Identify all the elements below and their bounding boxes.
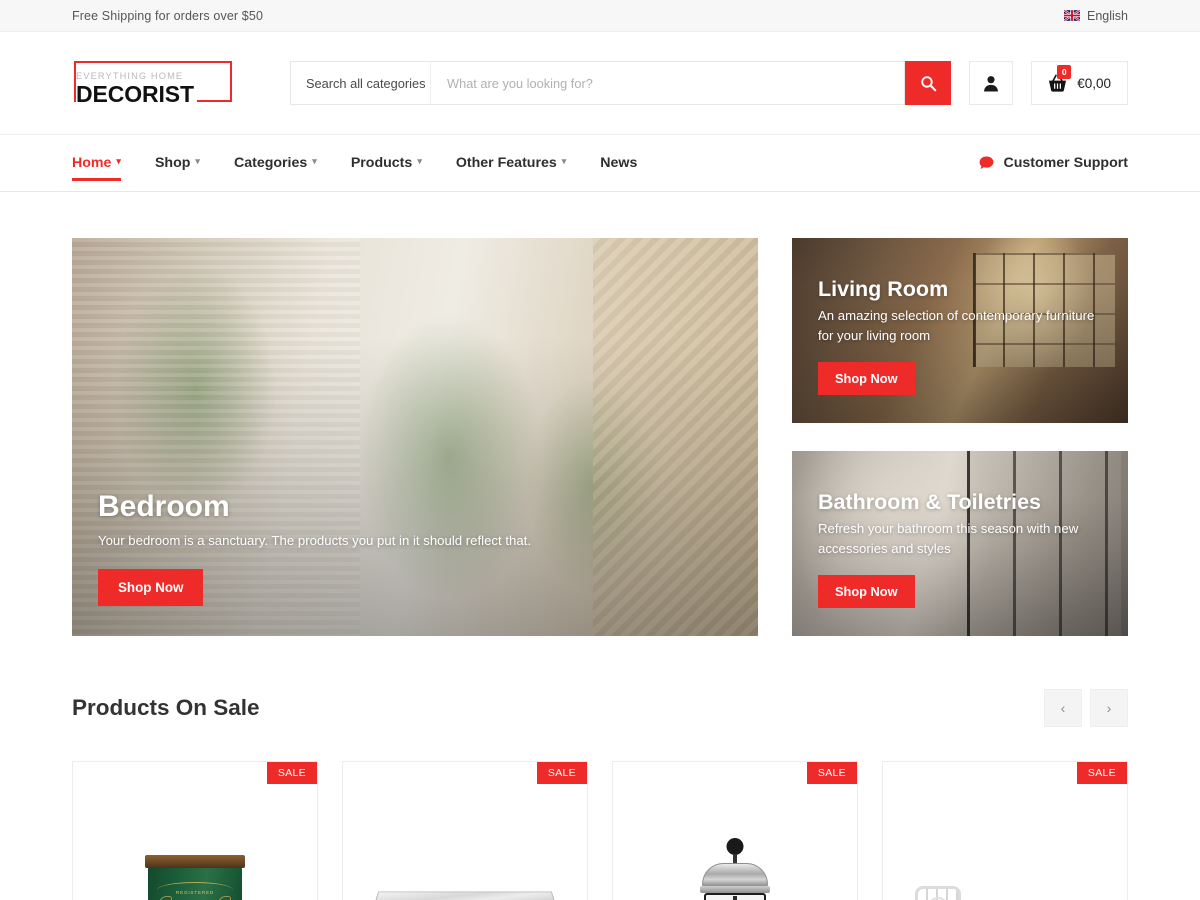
hero-bedroom-subtitle: Your bedroom is a sanctuary. The product… [98,533,531,549]
hero-banner-living-room[interactable]: Living Room An amazing selection of cont… [792,238,1128,423]
product-card[interactable]: SALE [342,761,588,900]
user-icon [984,75,999,91]
product-card[interactable]: SALE REGISTERED Mission Garden Tea [72,761,318,900]
chevron-down-icon: ▾ [195,156,200,166]
language-label: English [1087,8,1128,23]
sale-badge: SALE [806,762,857,784]
cart-button[interactable]: 0 €0,00 [1031,61,1128,105]
hero-banner-grid: Bedroom Your bedroom is a sanctuary. The… [0,192,1200,636]
free-shipping-text: Free Shipping for orders over $50 [72,8,264,23]
product-card[interactable]: SALE [612,761,858,900]
search-category-select[interactable]: Search all categories [290,61,440,105]
top-announcement-bar: Free Shipping for orders over $50 Englis… [0,0,1200,32]
logo-name: DECORIST [76,82,197,106]
nav-item-shop-label: Shop [154,155,191,171]
product-image-french-press [613,818,857,900]
chevron-down-icon: ▾ [312,156,317,166]
tea-tin-registered-text: REGISTERED [175,890,215,895]
hero-living-room-subtitle: An amazing selection of contemporary fur… [818,308,1095,344]
account-button[interactable] [969,61,1014,105]
search-icon [920,75,937,91]
nav-item-categories-label: Categories [233,155,308,171]
chevron-down-icon: ▾ [417,156,422,166]
nav-item-products[interactable]: Products ▾ [334,135,439,191]
search-input[interactable] [430,61,906,105]
nav-item-news-label: News [600,155,638,171]
carousel-prev-button[interactable]: ‹ [1044,689,1082,727]
products-on-sale-section: Products On Sale ‹ › SALE REGISTERED Mis… [0,689,1200,900]
sale-badge: SALE [1076,762,1127,784]
hero-bathroom-content: Bathroom & Toiletries Refresh your bathr… [792,491,1128,636]
product-image-console-table [343,818,587,900]
site-header: EVERYTHING HOME DECORIST Search all cate… [0,32,1200,134]
search-submit-button[interactable] [905,61,952,105]
nav-item-home[interactable]: Home ▾ [72,135,138,191]
sale-badge: SALE [536,762,587,784]
nav-item-shop[interactable]: Shop ▾ [138,135,217,191]
chevron-down-icon: ▾ [116,156,121,166]
tea-tin-lid [145,855,245,868]
product-image-tea-tin: REGISTERED Mission Garden Tea [73,818,317,900]
search-category-label: Search all categories [306,75,426,91]
french-press-knob [726,838,744,855]
console-marble-top [373,891,557,900]
french-press-collar [700,886,770,893]
nav-item-products-label: Products [350,155,413,171]
search-bar: Search all categories [290,61,952,105]
hero-bathroom-title: Bathroom & Toiletries [818,489,1041,514]
hero-bathroom-shop-now-button[interactable]: Shop Now [818,575,915,608]
customer-support-label: Customer Support [1003,155,1128,171]
hero-banner-bathroom[interactable]: Bathroom & Toiletries Refresh your bathr… [792,451,1128,636]
hero-bedroom-content: Bedroom Your bedroom is a sanctuary. The… [72,491,758,636]
language-selector[interactable]: English [1064,9,1128,23]
tea-tin-ornament-right [218,896,231,900]
hero-bedroom-title: Bedroom [98,489,230,523]
nav-item-other-features[interactable]: Other Features ▾ [439,135,583,191]
carousel-next-button[interactable]: › [1090,689,1128,727]
hero-banner-bedroom[interactable]: Bedroom Your bedroom is a sanctuary. The… [72,238,758,636]
hero-living-room-content: Living Room An amazing selection of cont… [792,278,1128,423]
chevron-down-icon: ▾ [561,156,567,166]
nav-item-news[interactable]: News [583,135,654,191]
customer-support-link[interactable]: Customer Support [979,135,1128,191]
french-press-plunger [733,896,737,900]
chat-bubble-icon [980,156,994,170]
uk-flag-icon [1064,10,1080,21]
tea-tin-ornament-left [159,896,172,900]
nav-item-other-features-label: Other Features [455,155,557,171]
product-list: SALE REGISTERED Mission Garden Tea SALE [72,761,1128,900]
cart-count-badge: 0 [1057,65,1072,79]
hero-bathroom-subtitle: Refresh your bathroom this season with n… [818,521,1079,557]
hero-bedroom-shop-now-button[interactable]: Shop Now [98,569,204,606]
sale-badge: SALE [266,762,317,784]
nav-item-home-label: Home [72,155,112,171]
main-navigation: Home ▾ Shop ▾ Categories ▾ Products ▾ Ot… [0,134,1200,192]
hero-living-room-title: Living Room [818,276,949,301]
bed-headboard [915,886,961,900]
cart-icon-holder: 0 [1047,65,1072,92]
hero-living-room-shop-now-button[interactable]: Shop Now [818,362,915,395]
site-logo[interactable]: EVERYTHING HOME DECORIST [72,57,258,109]
nav-items: Home ▾ Shop ▾ Categories ▾ Products ▾ Ot… [72,135,654,191]
tea-tin-ornament-wave [157,882,233,890]
french-press-lid [702,863,768,887]
hero-side-column: Living Room An amazing selection of cont… [792,238,1128,636]
products-on-sale-header: Products On Sale ‹ › [72,689,1128,727]
product-card[interactable]: SALE [882,761,1128,900]
page-title: Products On Sale [72,695,260,720]
nav-item-categories[interactable]: Categories ▾ [217,135,334,191]
carousel-navigation: ‹ › [1044,689,1128,727]
product-image-iron-bed [883,818,1127,900]
cart-total-amount: €0,00 [1077,75,1111,91]
